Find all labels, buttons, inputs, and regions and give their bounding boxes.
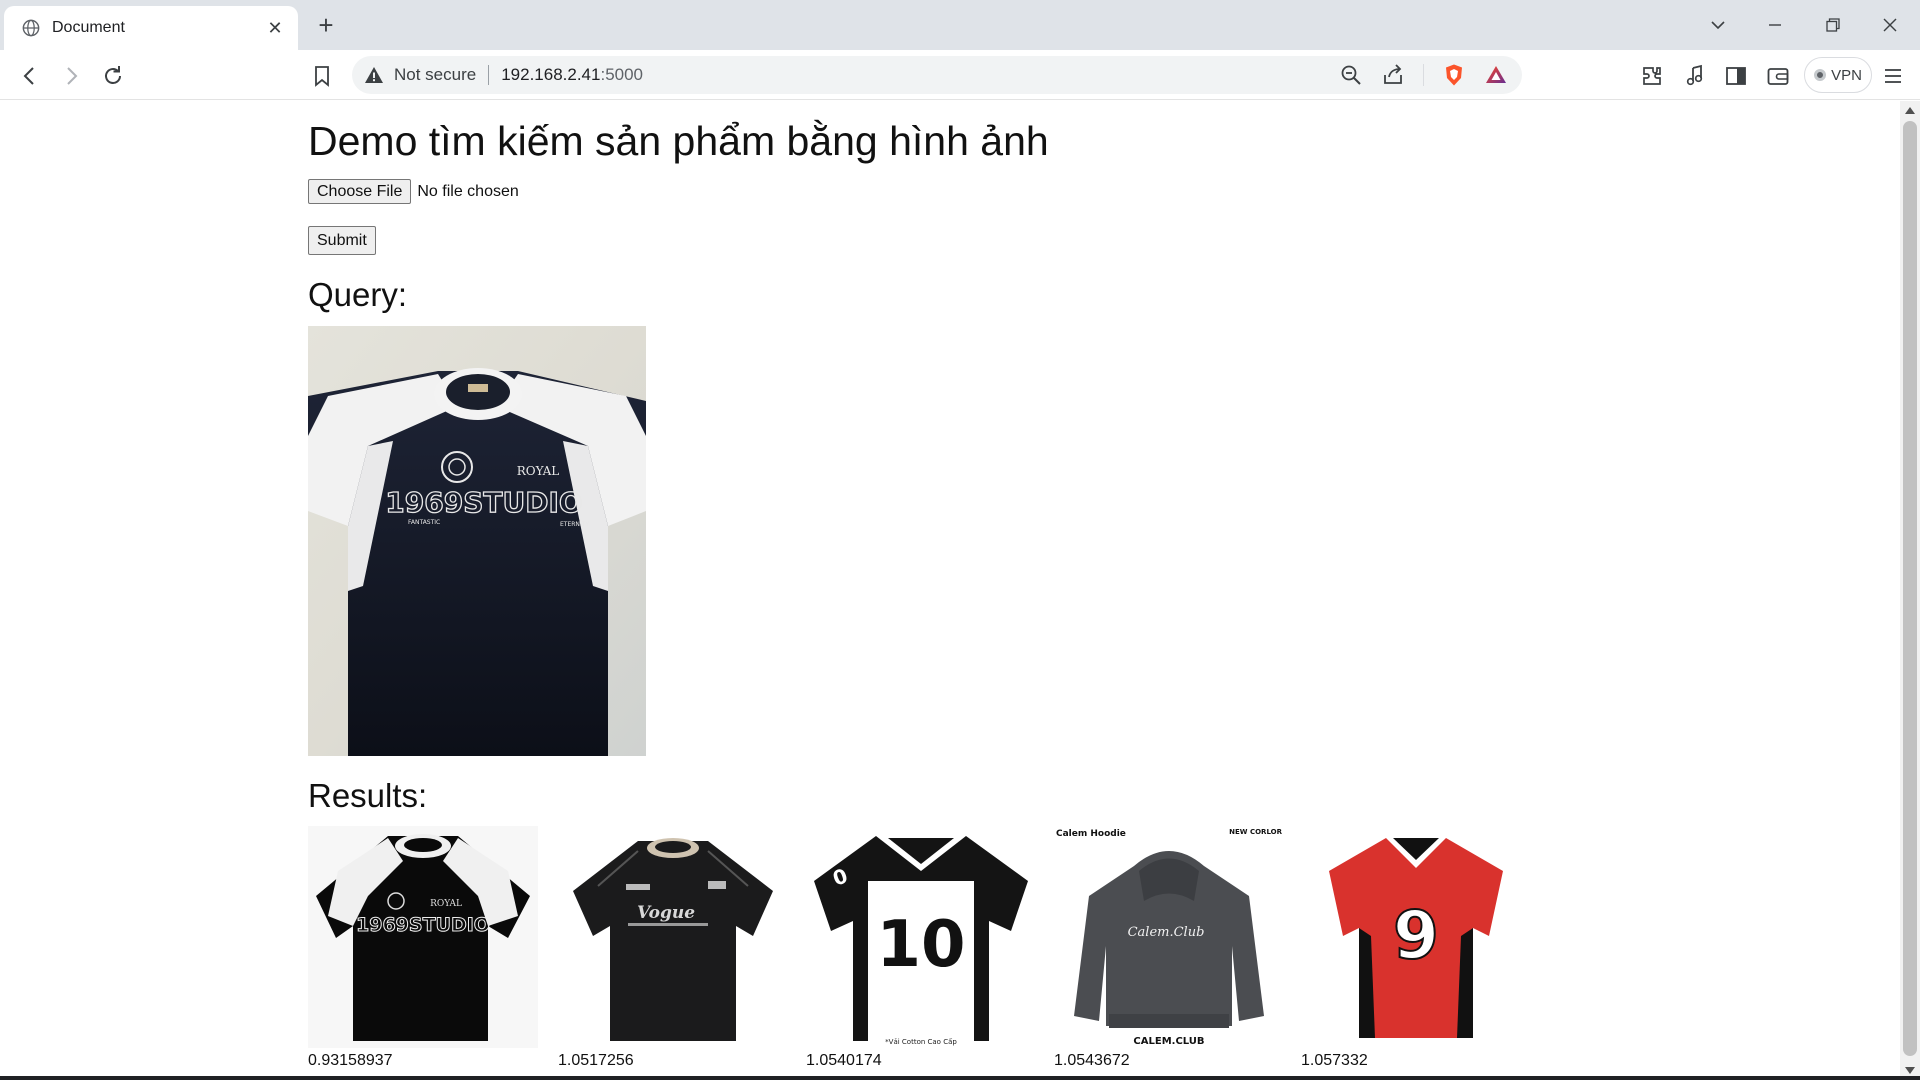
security-label[interactable]: Not secure (394, 65, 476, 85)
query-image: ROYAL 1969STUDIO FANTASTIC ETERNITY (308, 326, 646, 756)
minimize-icon[interactable] (1757, 10, 1793, 40)
result-score: 1.0543672 (1054, 1052, 1130, 1069)
result-item[interactable]: 9 1.057332 (1301, 826, 1531, 1069)
result-tag-right: NEW CORLOR (1229, 828, 1282, 836)
globe-icon (22, 19, 40, 37)
result-caption-text: CALEM.CLUB (1133, 1036, 1204, 1047)
menu-icon[interactable] (1880, 63, 1906, 89)
wallet-icon[interactable] (1765, 63, 1791, 89)
new-tab-icon[interactable]: + (314, 10, 338, 40)
results-grid: ROYAL 1969STUDIO 0.93158937 Vogue 1.0517… (308, 826, 1558, 1076)
result-score: 1.0540174 (806, 1052, 882, 1069)
extensions-icon[interactable] (1639, 63, 1665, 89)
page-title: Demo tìm kiếm sản phẩm bằng hình ảnh (308, 118, 1049, 164)
result-caption-text: *Vải Cotton Cao Cấp (885, 1038, 957, 1046)
url-host: 192.168.2.41 (501, 65, 601, 84)
restore-icon[interactable] (1815, 10, 1851, 40)
tab-strip: Document ✕ + (0, 0, 1920, 50)
back-icon[interactable] (17, 63, 43, 89)
forward-icon[interactable] (58, 63, 84, 89)
zoom-out-icon[interactable] (1339, 63, 1363, 87)
brave-rewards-icon[interactable] (1484, 63, 1508, 87)
music-playlist-icon[interactable] (1682, 63, 1708, 89)
toolbar-divider (1423, 64, 1424, 86)
address-divider (488, 65, 490, 85)
result-item[interactable]: Calem Hoodie NEW CORLOR Calem.Club CALEM… (1054, 826, 1284, 1069)
page-scrollbar[interactable] (1900, 101, 1920, 1080)
brave-shields-icon[interactable] (1442, 63, 1466, 87)
result-print-text: Calem.Club (1128, 925, 1205, 940)
share-icon[interactable] (1381, 63, 1405, 87)
vpn-button[interactable]: VPN (1804, 57, 1872, 93)
result-score: 1.057332 (1301, 1052, 1368, 1069)
result-image[interactable]: ROYAL 1969STUDIO (308, 826, 538, 1048)
file-status-text: No file chosen (417, 182, 519, 200)
results-heading: Results: (308, 777, 428, 814)
sidebar-icon[interactable] (1723, 63, 1749, 89)
tab-title: Document (52, 19, 125, 36)
browser-toolbar: Not secure 192.168.2.41:5000 VPN (0, 50, 1920, 100)
window-bottom-edge (0, 1076, 1920, 1080)
bookmark-icon[interactable] (309, 63, 335, 89)
close-tab-icon[interactable]: ✕ (264, 18, 286, 39)
scroll-down-arrow-icon[interactable] (1905, 1067, 1915, 1074)
vpn-status-icon (1814, 69, 1827, 81)
query-print-left: FANTASTIC (408, 519, 440, 526)
query-print-text: 1969STUDIO (385, 486, 582, 519)
file-input[interactable]: Choose File No file chosen (308, 179, 519, 204)
address-bar[interactable]: Not secure 192.168.2.41:5000 (352, 56, 1522, 94)
query-heading: Query: (308, 276, 408, 313)
url-port: :5000 (600, 65, 644, 84)
result-number-text: 10 (876, 908, 965, 982)
reload-icon[interactable] (100, 63, 126, 89)
result-score: 0.93158937 (308, 1052, 393, 1069)
browser-tab[interactable]: Document ✕ (4, 6, 298, 50)
window-close-icon[interactable] (1872, 10, 1908, 40)
query-badge-text: ROYAL (517, 464, 560, 478)
result-print-text: 1969STUDIO (356, 914, 490, 936)
scroll-up-arrow-icon[interactable] (1905, 107, 1915, 114)
result-item[interactable]: 10 0 *Vải Cotton Cao Cấp 1.0540174 (806, 826, 1036, 1069)
result-print-text: Vogue (637, 903, 695, 923)
warning-icon[interactable] (364, 65, 384, 85)
vpn-label: VPN (1831, 66, 1862, 84)
result-number-text: 9 (1393, 897, 1439, 974)
result-image[interactable]: 9 (1301, 826, 1531, 1048)
choose-file-button[interactable]: Choose File (308, 179, 412, 204)
result-image[interactable]: Vogue (558, 826, 788, 1048)
submit-button[interactable]: Submit (308, 226, 376, 255)
scrollbar-thumb[interactable] (1903, 121, 1917, 1056)
query-print-right: ETERNITY (560, 521, 589, 528)
address-actions (1339, 63, 1508, 87)
result-image[interactable]: Calem Hoodie NEW CORLOR Calem.Club CALEM… (1054, 826, 1284, 1048)
result-item[interactable]: Vogue 1.0517256 (558, 826, 788, 1069)
tab-search-icon[interactable] (1700, 10, 1736, 40)
result-score: 1.0517256 (558, 1052, 634, 1069)
result-item[interactable]: ROYAL 1969STUDIO 0.93158937 (308, 826, 538, 1069)
result-tag-left: Calem Hoodie (1056, 829, 1126, 839)
result-badge-text: ROYAL (430, 899, 462, 909)
result-image[interactable]: 10 0 *Vải Cotton Cao Cấp (806, 826, 1036, 1048)
